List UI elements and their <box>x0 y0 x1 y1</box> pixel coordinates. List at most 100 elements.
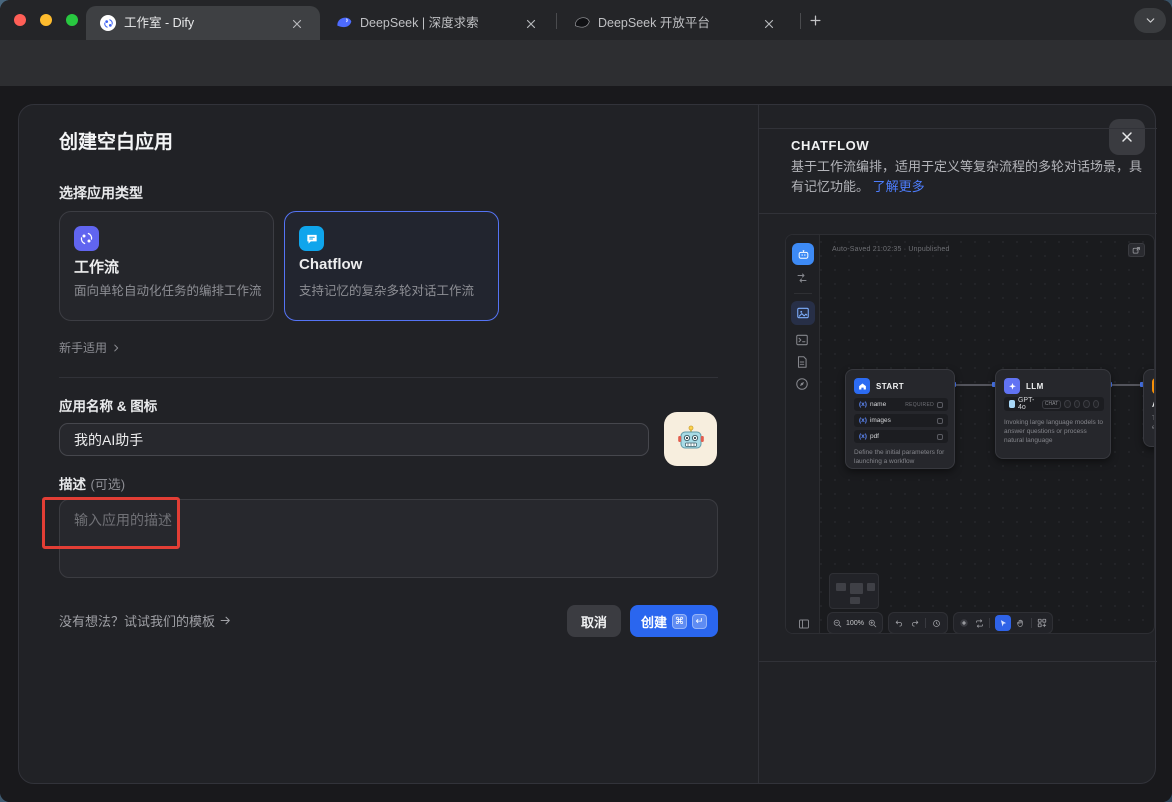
annotation-highlight-box <box>42 497 180 549</box>
minimize-window-button[interactable] <box>40 14 52 26</box>
node-llm[interactable]: LLM GPT-4o CHAT Invoking large language … <box>995 369 1111 459</box>
panel-title: CHATFLOW <box>791 138 869 153</box>
canvas-tool-icon[interactable] <box>791 301 815 325</box>
field-type-icon <box>937 434 943 440</box>
tab-title: 工作室 - Dify <box>124 6 194 40</box>
cancel-button[interactable]: 取消 <box>567 605 621 637</box>
zoom-controls[interactable]: 100% <box>827 612 883 634</box>
card-chatflow[interactable]: Chatflow 支持记忆的复杂多轮对话工作流 <box>284 211 499 321</box>
beginner-link[interactable]: 新手适用 <box>59 339 121 356</box>
pointer-icon <box>999 619 1008 628</box>
browser-window: 工作室 - Dify DeepSeek | 深度求索 DeepSeek 开放平台 <box>0 0 1172 802</box>
kbd-enter: ↵ <box>692 614 707 629</box>
panel-divider-bottom <box>758 661 1157 662</box>
swap-icon[interactable] <box>796 271 812 287</box>
minimap[interactable] <box>829 573 879 609</box>
history-controls[interactable] <box>888 612 948 634</box>
field-type-icon <box>937 418 943 424</box>
preview-expand-button[interactable] <box>1128 243 1145 257</box>
panel-close-button[interactable] <box>1109 119 1145 155</box>
browser-toolbar: localhost/apps S V <box>0 40 1172 86</box>
app-name-input[interactable] <box>59 423 649 456</box>
card-title: 工作流 <box>74 256 119 277</box>
zoom-level: 100% <box>846 620 864 627</box>
new-tab-button[interactable] <box>808 13 823 33</box>
chevron-right-icon <box>111 343 121 353</box>
tab-close-icon[interactable] <box>290 16 304 30</box>
collapse-panel-icon[interactable] <box>798 617 814 633</box>
desc-label: 描述 <box>59 477 86 492</box>
sidebar-divider <box>794 293 812 294</box>
section-divider <box>59 377 718 378</box>
app-name-label: 应用名称 & 图标 <box>59 395 157 415</box>
answer-node-icon <box>1152 378 1155 394</box>
llm-model-row: GPT-4o CHAT <box>1004 397 1104 411</box>
tab-separator <box>556 13 557 29</box>
preview-sidebar <box>786 235 820 634</box>
field-type-icon <box>937 402 943 408</box>
arrow-right-icon <box>219 614 232 627</box>
chevron-down-icon <box>1144 14 1157 27</box>
app-icon-button[interactable] <box>664 412 717 466</box>
node-title: START <box>876 382 904 391</box>
desc-optional: (可选) <box>90 477 125 492</box>
file-icon[interactable] <box>795 355 811 371</box>
capability-icon <box>1074 400 1080 408</box>
compass-icon[interactable] <box>795 377 811 393</box>
hand-icon <box>1016 619 1025 628</box>
gpt4o-model-icon <box>1009 400 1015 408</box>
templates-link[interactable]: 没有想法？试试我们的模板 <box>59 611 232 630</box>
kbd-cmd: ⌘ <box>672 614 687 629</box>
capability-icon <box>1083 400 1089 408</box>
preview-app-avatar <box>792 243 814 265</box>
card-workflow[interactable]: 工作流 面向单轮自动化任务的编排工作流 <box>59 211 274 321</box>
close-icon <box>1119 129 1135 145</box>
workflow-preview: Auto-Saved 21:02:35 · Unpublished <box>785 234 1155 634</box>
tab-close-icon[interactable] <box>524 16 538 30</box>
learn-more-link[interactable]: 了解更多 <box>873 179 925 194</box>
capability-icon <box>1093 400 1099 408</box>
card-desc: 面向单轮自动化任务的编排工作流 <box>74 280 262 299</box>
undo-icon <box>895 619 904 628</box>
close-window-button[interactable] <box>14 14 26 26</box>
desc-label-row: 描述 (可选) <box>59 473 125 494</box>
llm-node-icon <box>1004 378 1020 394</box>
app-type-label: 选择应用类型 <box>59 183 143 203</box>
terminal-icon[interactable] <box>795 333 811 349</box>
maximize-window-button[interactable] <box>66 14 78 26</box>
tab-deepseek-platform[interactable]: DeepSeek 开放平台 <box>560 6 792 40</box>
deepseek-platform-favicon <box>574 15 590 31</box>
panel-divider-top <box>758 128 1157 129</box>
tab-strip: 工作室 - Dify DeepSeek | 深度求索 DeepSeek 开放平台 <box>0 0 1172 40</box>
pointer-mode-button[interactable] <box>995 615 1011 631</box>
zoom-in-icon <box>868 619 877 628</box>
card-desc: 支持记忆的复杂多轮对话工作流 <box>299 280 474 299</box>
edge-llm-answer <box>1111 384 1143 386</box>
robot-emoji-icon <box>675 423 707 455</box>
chat-badge: CHAT <box>1042 400 1061 409</box>
modal-title: 创建空白应用 <box>59 127 173 154</box>
zoom-out-icon <box>833 619 842 628</box>
modal-divider <box>758 105 759 783</box>
tab-search-button[interactable] <box>1134 8 1166 33</box>
start-field-row: (x) pdf <box>854 430 948 443</box>
canvas-mode-controls[interactable] <box>953 612 1053 634</box>
panel-description: 基于工作流编排，适用于定义等复杂流程的多轮对话场景，具有记忆功能。 了解更多 <box>791 157 1147 199</box>
node-title: LLM <box>1026 382 1044 391</box>
tab-close-icon[interactable] <box>762 16 776 30</box>
workflow-icon <box>74 226 99 251</box>
edge-start-llm <box>955 384 995 386</box>
create-button[interactable]: 创建 ⌘ ↵ <box>630 605 718 637</box>
card-title: Chatflow <box>299 256 362 273</box>
capability-icon <box>1064 400 1070 408</box>
tab-deepseek-chat[interactable]: DeepSeek | 深度求索 <box>322 6 554 40</box>
chatflow-icon <box>299 226 324 251</box>
start-node-icon <box>854 378 870 394</box>
panel-divider-mid <box>758 213 1157 214</box>
tab-dify[interactable]: 工作室 - Dify <box>86 6 320 40</box>
redo-icon <box>910 619 919 628</box>
node-start[interactable]: START (x) name REQUIRED (x) images <box>845 369 955 469</box>
tab-title: DeepSeek 开放平台 <box>598 6 710 40</box>
node-answer[interactable]: AN To en <box>1143 369 1155 447</box>
organize-icon <box>1037 618 1047 628</box>
